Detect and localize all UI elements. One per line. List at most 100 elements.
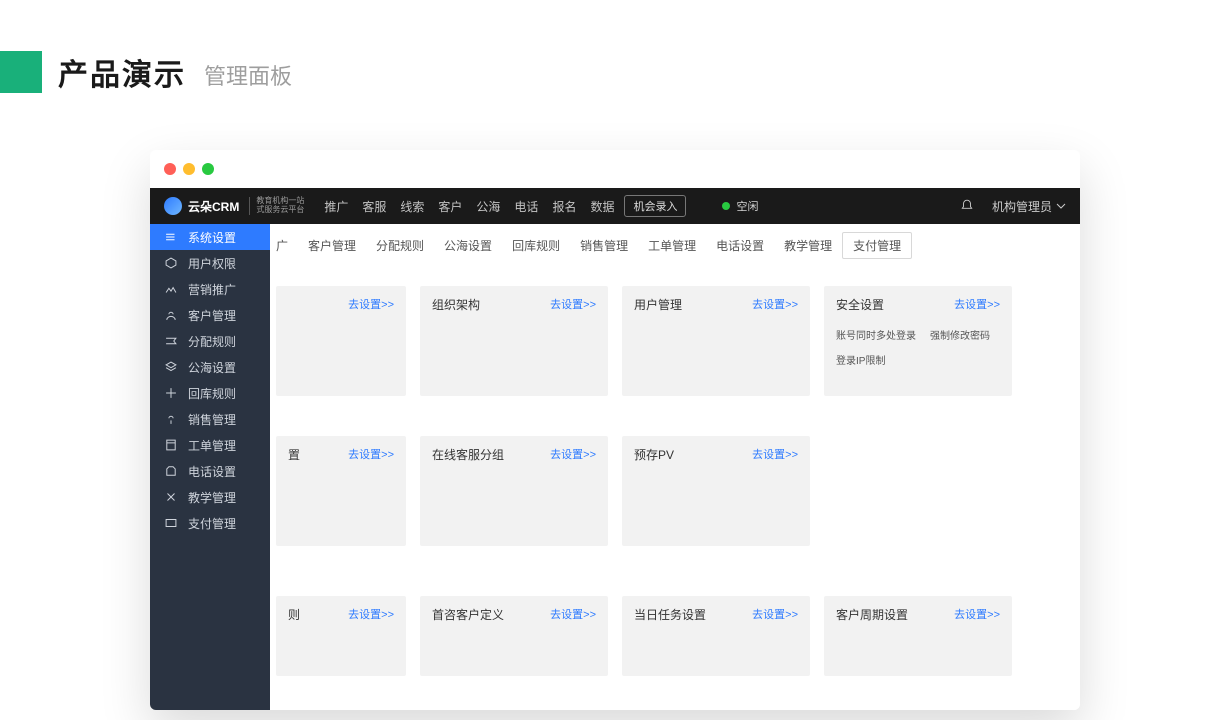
card-tag: 强制修改密码 bbox=[930, 327, 990, 342]
card-tag: 登录IP限制 bbox=[836, 352, 885, 367]
sidebar-icon bbox=[164, 386, 178, 400]
settings-card: 置 去设置>> bbox=[276, 436, 406, 546]
status-text: 空闲 bbox=[736, 198, 758, 214]
window-titlebar bbox=[150, 150, 1080, 188]
card-title: 当日任务设置 bbox=[634, 606, 706, 623]
sidebar-item[interactable]: 分配规则 bbox=[150, 328, 270, 354]
user-name: 机构管理员 bbox=[992, 198, 1052, 215]
accent-square bbox=[0, 51, 42, 93]
status-indicator: 空闲 bbox=[722, 198, 758, 214]
tab-item[interactable]: 客户管理 bbox=[298, 233, 366, 258]
card-title: 在线客服分组 bbox=[432, 446, 504, 463]
card-title: 预存PV bbox=[634, 446, 674, 463]
card-title: 置 bbox=[288, 446, 300, 463]
topnav-item[interactable]: 线索 bbox=[400, 198, 424, 215]
settings-card: 用户管理 去设置>> bbox=[622, 286, 810, 396]
sidebar-icon bbox=[164, 256, 178, 270]
main-content: 广客户管理分配规则公海设置回库规则销售管理工单管理电话设置教学管理支付管理 去设… bbox=[270, 224, 1080, 710]
sidebar-icon bbox=[164, 464, 178, 478]
maximize-icon[interactable] bbox=[202, 163, 214, 175]
card-title: 首咨客户定义 bbox=[432, 606, 504, 623]
record-button[interactable]: 机会录入 bbox=[624, 195, 686, 217]
sidebar-item-label: 客户管理 bbox=[188, 307, 236, 324]
sidebar-item[interactable]: 支付管理 bbox=[150, 510, 270, 536]
sidebar-item-label: 工单管理 bbox=[188, 437, 236, 454]
card-title: 组织架构 bbox=[432, 296, 480, 313]
sidebar-item[interactable]: 回库规则 bbox=[150, 380, 270, 406]
settings-card: 预存PV 去设置>> bbox=[622, 436, 810, 546]
tab-item[interactable]: 分配规则 bbox=[366, 233, 434, 258]
go-settings-link[interactable]: 去设置>> bbox=[550, 296, 596, 312]
tab-item[interactable]: 教学管理 bbox=[774, 233, 842, 258]
settings-card: 客户周期设置 去设置>> bbox=[824, 596, 1012, 676]
sidebar-item-label: 销售管理 bbox=[188, 411, 236, 428]
topnav-item[interactable]: 客户 bbox=[438, 198, 462, 215]
tab-item[interactable]: 回库规则 bbox=[502, 233, 570, 258]
page-title: 产品演示 bbox=[58, 50, 186, 94]
top-bar: 云朵CRM 教育机构一站 式服务云平台 推广客服线索客户公海电话报名数据 机会录… bbox=[150, 188, 1080, 224]
sidebar-icon bbox=[164, 230, 178, 244]
go-settings-link[interactable]: 去设置>> bbox=[348, 606, 394, 622]
topnav-item[interactable]: 客服 bbox=[362, 198, 386, 215]
app-window: 云朵CRM 教育机构一站 式服务云平台 推广客服线索客户公海电话报名数据 机会录… bbox=[150, 150, 1080, 710]
bell-icon[interactable] bbox=[960, 199, 974, 213]
go-settings-link[interactable]: 去设置>> bbox=[348, 296, 394, 312]
sidebar-icon bbox=[164, 282, 178, 296]
chevron-down-icon bbox=[1056, 201, 1066, 211]
topnav-item[interactable]: 报名 bbox=[552, 198, 576, 215]
tab-item[interactable]: 销售管理 bbox=[570, 233, 638, 258]
sidebar-item[interactable]: 系统设置 bbox=[150, 224, 270, 250]
sidebar-item[interactable]: 营销推广 bbox=[150, 276, 270, 302]
settings-card: 去设置>> bbox=[276, 286, 406, 396]
tab-item[interactable]: 电话设置 bbox=[706, 233, 774, 258]
card-tag: 账号同时多处登录 bbox=[836, 327, 916, 342]
sidebar-item[interactable]: 电话设置 bbox=[150, 458, 270, 484]
close-icon[interactable] bbox=[164, 163, 176, 175]
sidebar-item[interactable]: 教学管理 bbox=[150, 484, 270, 510]
sidebar-item[interactable]: 用户权限 bbox=[150, 250, 270, 276]
sidebar-icon bbox=[164, 308, 178, 322]
sidebar-item[interactable]: 工单管理 bbox=[150, 432, 270, 458]
sidebar: 系统设置用户权限营销推广客户管理分配规则公海设置回库规则销售管理工单管理电话设置… bbox=[150, 224, 270, 710]
sidebar-item-label: 用户权限 bbox=[188, 255, 236, 272]
card-title: 客户周期设置 bbox=[836, 606, 908, 623]
topnav-item[interactable]: 电话 bbox=[514, 198, 538, 215]
go-settings-link[interactable]: 去设置>> bbox=[752, 446, 798, 462]
topnav-item[interactable]: 数据 bbox=[590, 198, 614, 215]
sidebar-item-label: 电话设置 bbox=[188, 463, 236, 480]
go-settings-link[interactable]: 去设置>> bbox=[954, 606, 1000, 622]
tab-item[interactable]: 工单管理 bbox=[638, 233, 706, 258]
go-settings-link[interactable]: 去设置>> bbox=[550, 446, 596, 462]
go-settings-link[interactable]: 去设置>> bbox=[752, 606, 798, 622]
go-settings-link[interactable]: 去设置>> bbox=[348, 446, 394, 462]
sidebar-item-label: 支付管理 bbox=[188, 515, 236, 532]
topnav-item[interactable]: 推广 bbox=[324, 198, 348, 215]
settings-card: 首咨客户定义 去设置>> bbox=[420, 596, 608, 676]
sidebar-item-label: 公海设置 bbox=[188, 359, 236, 376]
card-title: 安全设置 bbox=[836, 296, 884, 313]
sidebar-item-label: 分配规则 bbox=[188, 333, 236, 350]
page-subtitle: 管理面板 bbox=[204, 59, 292, 91]
sidebar-icon bbox=[164, 516, 178, 530]
sidebar-icon bbox=[164, 334, 178, 348]
go-settings-link[interactable]: 去设置>> bbox=[752, 296, 798, 312]
tab-item[interactable]: 广 bbox=[276, 233, 298, 258]
logo-icon bbox=[164, 197, 182, 215]
sidebar-item-label: 营销推广 bbox=[188, 281, 236, 298]
topnav-item[interactable]: 公海 bbox=[476, 198, 500, 215]
sidebar-item-label: 回库规则 bbox=[188, 385, 236, 402]
go-settings-link[interactable]: 去设置>> bbox=[550, 606, 596, 622]
sidebar-icon bbox=[164, 412, 178, 426]
sidebar-item[interactable]: 客户管理 bbox=[150, 302, 270, 328]
sidebar-item-label: 系统设置 bbox=[188, 229, 236, 246]
sidebar-item[interactable]: 公海设置 bbox=[150, 354, 270, 380]
minimize-icon[interactable] bbox=[183, 163, 195, 175]
tab-item[interactable]: 支付管理 bbox=[842, 232, 912, 259]
settings-card: 则去设置>> bbox=[276, 596, 406, 676]
go-settings-link[interactable]: 去设置>> bbox=[954, 296, 1000, 312]
settings-card: 在线客服分组 去设置>> bbox=[420, 436, 608, 546]
card-title: 用户管理 bbox=[634, 296, 682, 313]
user-menu[interactable]: 机构管理员 bbox=[992, 198, 1066, 215]
tab-item[interactable]: 公海设置 bbox=[434, 233, 502, 258]
sidebar-item[interactable]: 销售管理 bbox=[150, 406, 270, 432]
